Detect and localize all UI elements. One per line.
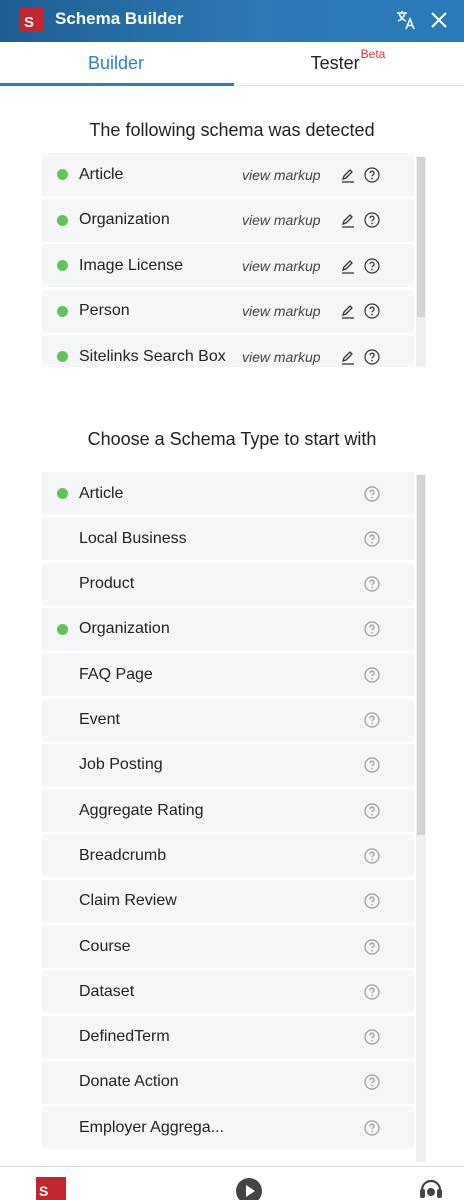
schema-type-row[interactable]: Dataset	[42, 970, 414, 1014]
help-icon[interactable]	[364, 938, 380, 955]
help-icon[interactable]	[364, 348, 380, 365]
schema-type-row[interactable]: DefinedTerm	[42, 1015, 414, 1059]
translate-icon[interactable]	[395, 9, 417, 31]
schema-type-label: Article	[79, 484, 124, 502]
help-icon[interactable]	[364, 1029, 380, 1045]
schema-type-row[interactable]: FAQ Page	[42, 653, 414, 697]
schema-type-row[interactable]: Job Posting	[42, 743, 414, 787]
app-title: Schema Builder	[55, 9, 184, 28]
view-markup-link[interactable]: view markup	[242, 167, 321, 183]
detected-schema-row[interactable]: Sitelinks Search Box view markup	[42, 335, 414, 367]
edit-icon[interactable]	[340, 349, 356, 365]
schema-type-row[interactable]: Course	[42, 925, 414, 968]
view-markup-link[interactable]: view markup	[242, 303, 321, 319]
schema-type-row[interactable]: Aggregate Rating	[42, 789, 414, 833]
detected-schema-row[interactable]: Person view markup	[42, 289, 414, 333]
detected-schema-row[interactable]: Organization view markup	[42, 198, 414, 242]
schema-type-row[interactable]: Product	[42, 562, 414, 606]
detected-schema-label: Sitelinks Search Box	[79, 347, 226, 365]
edit-icon[interactable]	[340, 212, 356, 228]
view-markup-link[interactable]: view markup	[242, 349, 321, 365]
schema-type-label: Course	[79, 937, 131, 955]
schema-type-row[interactable]: Organization	[42, 607, 414, 651]
status-dot	[57, 351, 68, 362]
detected-heading: The following schema was detected	[89, 120, 375, 140]
help-icon[interactable]	[364, 848, 380, 864]
schema-type-label: DefinedTerm	[79, 1028, 170, 1046]
help-icon[interactable]	[364, 893, 380, 909]
detected-scrollbar[interactable]	[416, 157, 426, 367]
help-icon[interactable]	[364, 257, 380, 274]
help-icon[interactable]	[364, 712, 380, 728]
app-logo: S	[20, 8, 43, 32]
types-scroll-thumb[interactable]	[417, 475, 425, 835]
status-dot	[57, 488, 68, 499]
help-icon[interactable]	[364, 303, 380, 319]
tab-builder[interactable]: Builder	[0, 42, 234, 86]
detected-scroll-thumb[interactable]	[417, 157, 425, 317]
status-dot	[57, 214, 68, 226]
schema-type-label: Local Business	[79, 529, 187, 547]
schema-type-label: Dataset	[79, 982, 135, 1000]
play-icon[interactable]	[235, 1177, 263, 1200]
schema-type-label: FAQ Page	[79, 665, 153, 683]
schema-type-label: Breadcrumb	[79, 846, 167, 864]
types-scrollbar[interactable]	[416, 475, 426, 1162]
detected-schema-row[interactable]: Article view markup	[42, 153, 414, 196]
help-icon[interactable]	[364, 984, 380, 1000]
help-icon[interactable]	[364, 212, 380, 228]
close-icon[interactable]	[429, 10, 449, 30]
edit-icon[interactable]	[340, 167, 356, 183]
detected-schema-label: Organization	[79, 211, 170, 228]
detected-schema-list: Article view markup Organization view marku…	[42, 153, 426, 367]
edit-icon[interactable]	[340, 258, 356, 274]
help-icon[interactable]	[364, 1074, 380, 1090]
schema-type-row[interactable]: Local Business	[42, 517, 414, 561]
schema-type-row[interactable]: Breadcrumb	[42, 834, 414, 878]
schema-type-row[interactable]: Event	[42, 698, 414, 742]
tab-bar: Builder Tester Beta	[0, 42, 464, 86]
help-icon[interactable]	[364, 531, 380, 547]
help-icon[interactable]	[364, 757, 380, 773]
status-dot	[57, 623, 68, 635]
view-markup-link[interactable]: view markup	[242, 258, 321, 274]
schema-type-label: Event	[79, 711, 120, 728]
bottom-bar: S	[0, 1166, 464, 1200]
help-icon[interactable]	[364, 1120, 380, 1136]
schema-type-list: Article Local Business Product Organization…	[42, 472, 426, 1162]
help-icon[interactable]	[364, 667, 380, 683]
schema-type-label: Donate Action	[79, 1073, 179, 1091]
help-icon[interactable]	[364, 166, 380, 183]
schema-type-row[interactable]: Article	[42, 472, 414, 515]
tab-tester[interactable]: Tester Beta	[232, 42, 464, 84]
schema-type-label: Employer Aggrega...	[79, 1118, 224, 1136]
schema-type-label: Product	[79, 575, 135, 593]
detected-schema-label: Article	[79, 165, 124, 183]
types-heading: Choose a Schema Type to start with	[87, 429, 377, 449]
title-bar: S Schema Builder	[0, 0, 464, 42]
schema-type-row[interactable]: Donate Action	[42, 1060, 414, 1104]
help-icon[interactable]	[364, 621, 380, 637]
view-markup-link[interactable]: view markup	[242, 212, 321, 228]
support-icon[interactable]	[418, 1175, 444, 1200]
schema-type-row[interactable]: Employer Aggrega...	[42, 1106, 414, 1150]
detected-schema-label: Person	[79, 302, 130, 319]
footer-logo[interactable]: S	[36, 1177, 66, 1200]
schema-type-label: Job Posting	[79, 756, 163, 774]
edit-icon[interactable]	[340, 303, 356, 319]
beta-badge: Beta	[360, 47, 386, 61]
schema-type-label: Organization	[79, 620, 170, 638]
help-icon[interactable]	[364, 802, 380, 819]
detected-schema-row[interactable]: Image License view markup	[42, 244, 414, 287]
schema-type-row[interactable]: Claim Review	[42, 879, 414, 923]
status-dot	[57, 169, 68, 180]
detected-schema-label: Image License	[79, 256, 184, 274]
status-dot	[57, 260, 68, 271]
status-dot	[57, 305, 68, 317]
tab-tester-label: Tester	[310, 52, 360, 73]
schema-type-label: Aggregate Rating	[79, 801, 204, 819]
help-icon[interactable]	[364, 485, 380, 502]
schema-type-label: Claim Review	[79, 892, 177, 910]
help-icon[interactable]	[364, 576, 380, 592]
